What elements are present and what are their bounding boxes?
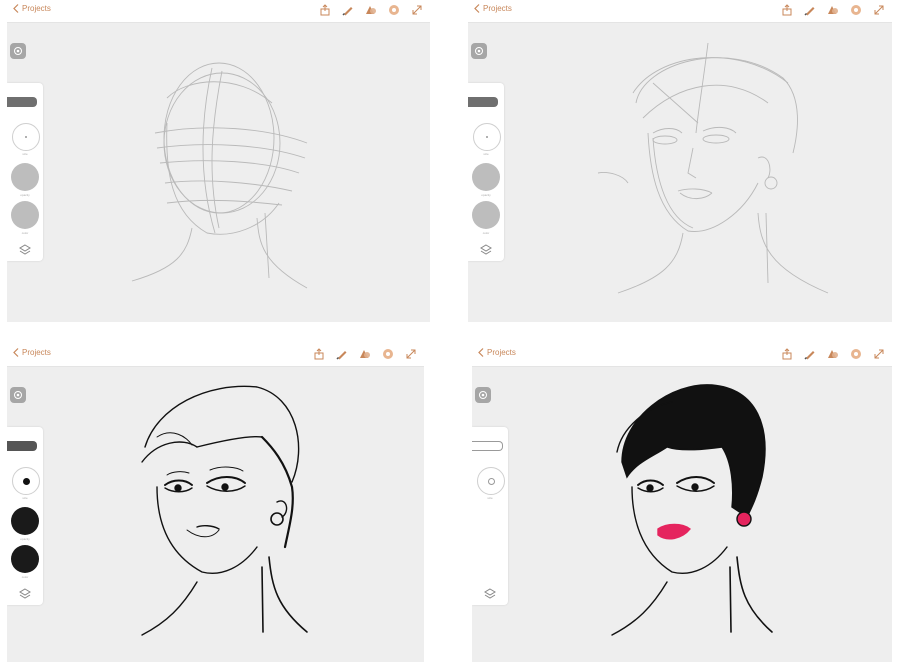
expand-icon[interactable] (410, 3, 424, 17)
color-swatch[interactable] (11, 545, 39, 573)
opacity-label: opacity (20, 537, 30, 541)
toolbar (780, 347, 886, 361)
shapes-icon[interactable] (364, 3, 378, 17)
layers-icon[interactable] (480, 243, 492, 255)
share-icon[interactable] (312, 347, 326, 361)
share-icon[interactable] (780, 3, 794, 17)
back-to-projects-button[interactable]: Projects (474, 4, 512, 13)
brush-tool-panel: size opacity color (7, 427, 43, 605)
drawing-canvas[interactable]: size opacity color (7, 23, 430, 322)
color-label: color (482, 231, 490, 235)
drawing-canvas[interactable]: size (472, 367, 892, 662)
touch-slide-icon[interactable] (475, 387, 491, 403)
brush-tool-panel: size opacity color (7, 83, 43, 261)
sketch-artwork (131, 62, 308, 289)
brush-size-control[interactable] (12, 467, 40, 495)
layers-icon[interactable] (19, 243, 31, 255)
color-circle-icon[interactable] (849, 3, 863, 17)
brush-shape-preview[interactable] (468, 97, 498, 107)
back-label: Projects (487, 348, 516, 357)
color-artwork (611, 384, 773, 636)
chevron-left-icon (13, 348, 19, 357)
toolbar (318, 3, 424, 17)
toolbar (780, 3, 886, 17)
back-label: Projects (22, 348, 51, 357)
back-to-projects-button[interactable]: Projects (478, 348, 516, 357)
color-circle-icon[interactable] (381, 347, 395, 361)
chevron-left-icon (474, 4, 480, 13)
brush-shape-preview[interactable] (472, 441, 503, 451)
size-dot (25, 136, 27, 138)
expand-icon[interactable] (404, 347, 418, 361)
drawing-panel-step1: Projects size opacity color (7, 0, 430, 322)
drawing-canvas[interactable]: size opacity color (468, 23, 892, 322)
size-label: size (22, 496, 28, 500)
opacity-swatch[interactable] (11, 163, 39, 191)
drawing-panel-step3: Projects size opacity color (7, 344, 424, 662)
size-label: size (487, 496, 493, 500)
layers-icon[interactable] (19, 587, 31, 599)
back-label: Projects (483, 4, 512, 13)
brush-shape-preview[interactable] (7, 97, 37, 107)
color-label: color (21, 575, 29, 579)
brush-size-control[interactable] (477, 467, 505, 495)
brush-size-control[interactable] (473, 123, 501, 151)
size-label: size (483, 152, 489, 156)
size-dot (22, 477, 30, 485)
top-bar: Projects (7, 344, 424, 367)
ink-artwork (141, 385, 308, 636)
drawing-canvas[interactable]: size opacity color (7, 367, 424, 662)
top-bar: Projects (472, 344, 892, 367)
shapes-icon[interactable] (358, 347, 372, 361)
chevron-left-icon (13, 4, 19, 13)
opacity-swatch[interactable] (11, 507, 39, 535)
back-label: Projects (22, 4, 51, 13)
touch-slide-icon[interactable] (10, 387, 26, 403)
opacity-swatch[interactable] (472, 163, 500, 191)
brush-icon[interactable] (803, 347, 817, 361)
share-icon[interactable] (318, 3, 332, 17)
shapes-icon[interactable] (826, 3, 840, 17)
expand-icon[interactable] (872, 3, 886, 17)
color-circle-icon[interactable] (849, 347, 863, 361)
back-to-projects-button[interactable]: Projects (13, 348, 51, 357)
brush-icon[interactable] (335, 347, 349, 361)
drawing-panel-step2: Projects size opacity color (468, 0, 892, 322)
opacity-label: opacity (481, 193, 491, 197)
expand-icon[interactable] (872, 347, 886, 361)
top-bar: Projects (7, 0, 430, 23)
layers-icon[interactable] (484, 587, 496, 599)
size-label: size (22, 152, 28, 156)
color-swatch[interactable] (472, 201, 500, 229)
brush-icon[interactable] (341, 3, 355, 17)
sketch-artwork (597, 42, 829, 294)
brush-size-control[interactable] (12, 123, 40, 151)
color-circle-icon[interactable] (387, 3, 401, 17)
drawing-panel-step4: Projects size (472, 344, 892, 662)
size-dot (487, 477, 495, 485)
shapes-icon[interactable] (826, 347, 840, 361)
brush-shape-preview[interactable] (7, 441, 37, 451)
color-swatch[interactable] (11, 201, 39, 229)
toolbar (312, 347, 418, 361)
back-to-projects-button[interactable]: Projects (13, 4, 51, 13)
chevron-left-icon (478, 348, 484, 357)
opacity-label: opacity (20, 193, 30, 197)
brush-tool-panel: size opacity color (468, 83, 504, 261)
share-icon[interactable] (780, 347, 794, 361)
size-dot (486, 136, 488, 138)
brush-icon[interactable] (803, 3, 817, 17)
touch-slide-icon[interactable] (10, 43, 26, 59)
color-label: color (21, 231, 29, 235)
touch-slide-icon[interactable] (471, 43, 487, 59)
brush-tool-panel: size (472, 427, 508, 605)
top-bar: Projects (468, 0, 892, 23)
